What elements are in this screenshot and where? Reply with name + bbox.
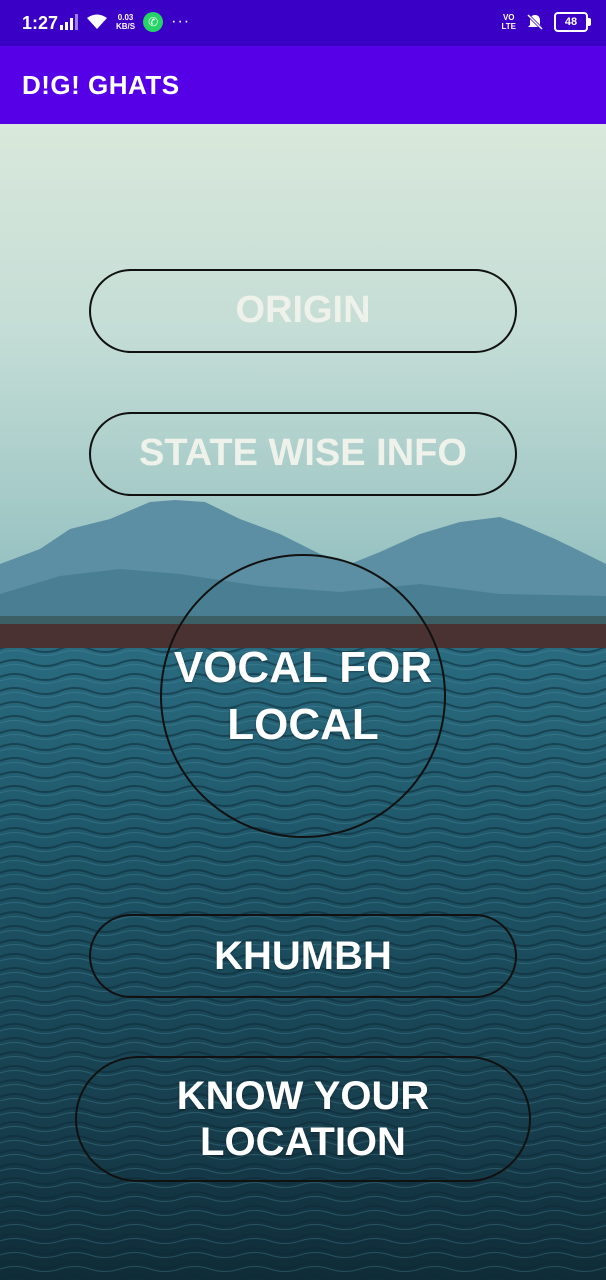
wifi-icon [87, 14, 107, 29]
state-wise-info-label: STATE WISE INFO [139, 432, 467, 475]
origin-label: ORIGIN [235, 289, 371, 332]
app-bar: D!G! GHATS [0, 46, 606, 124]
volte-indicator: VO LTE [501, 13, 516, 31]
volte-top: VO [502, 13, 515, 22]
more-notifications-icon: ··· [171, 13, 191, 30]
network-speed-unit: KB/S [116, 22, 136, 31]
status-time: 1:27 [22, 13, 59, 33]
network-speed: 0.03 KB/S [116, 13, 135, 31]
know-your-location-button[interactable]: KNOW YOUR LOCATION [75, 1056, 531, 1182]
khumbh-button[interactable]: KHUMBH [89, 914, 517, 998]
know-your-location-line1: KNOW YOUR [176, 1074, 430, 1118]
battery-icon: 48 [554, 12, 591, 32]
origin-button[interactable]: ORIGIN [89, 269, 517, 353]
vocal-for-local-line2: LOCAL [227, 700, 379, 749]
app-title: D!G! GHATS [22, 70, 180, 100]
signal-icon [60, 14, 78, 30]
vocal-for-local-button[interactable]: VOCAL FOR LOCAL [160, 554, 446, 838]
vocal-for-local-line1: VOCAL FOR [173, 642, 433, 692]
mute-icon [526, 13, 544, 31]
whatsapp-icon: ✆ [143, 12, 164, 32]
khumbh-label: KHUMBH [214, 934, 392, 978]
know-your-location-line2: LOCATION [200, 1120, 406, 1164]
vocal-for-local-label: VOCAL FOR LOCAL [174, 639, 432, 753]
know-your-location-label: KNOW YOUR LOCATION [177, 1073, 430, 1165]
volte-bottom: LTE [501, 22, 516, 31]
battery-level: 48 [564, 16, 578, 28]
status-right-icons: VO LTE 48 [501, 12, 591, 32]
status-left-icons: 0.03 KB/S ✆ ··· [60, 12, 190, 32]
network-speed-value: 0.03 [117, 13, 134, 22]
main-content: ORIGIN STATE WISE INFO VOCAL FOR LOCAL K… [0, 124, 606, 1280]
status-bar: 1:27 0.03 KB/S ✆ ··· VO LTE 48 [0, 0, 606, 46]
state-wise-info-button[interactable]: STATE WISE INFO [89, 412, 517, 496]
